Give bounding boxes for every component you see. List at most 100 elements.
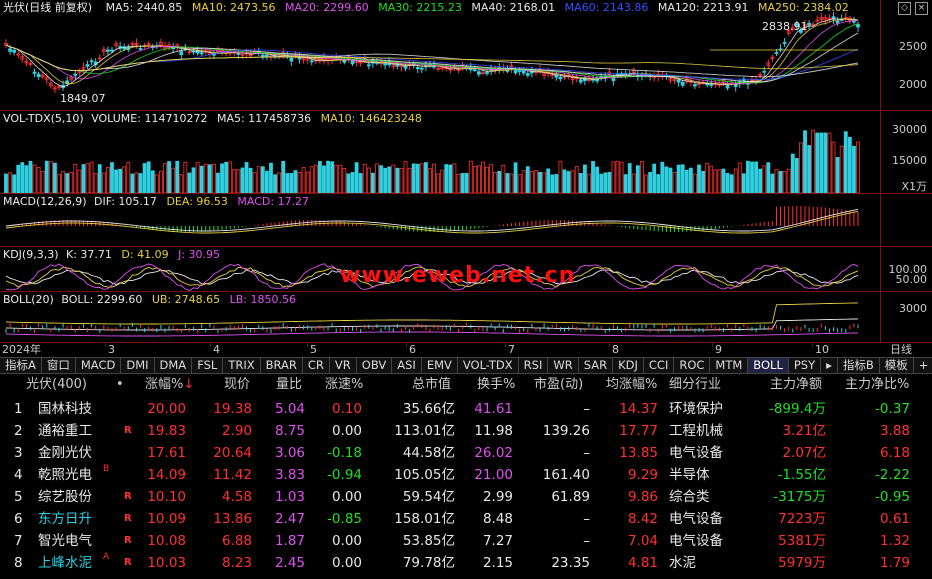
volume-bar [717,169,722,193]
col-turn[interactable]: 换手% [477,374,515,396]
volume-bar [684,169,689,193]
volume-bar [521,170,526,193]
date-tick: 10 [815,343,829,356]
tab-25[interactable]: 模板 [880,358,914,373]
volume-bar [778,170,783,193]
col-flow[interactable]: 主力净额 [770,374,822,396]
volume-bar [97,164,102,193]
cell-cap: 44.58亿 [402,445,455,461]
table-row[interactable]: 3 金刚光伏 17.61 20.64 3.06 -0.18 44.58亿 26.02 – 13.8… [0,442,932,464]
volume-bar [623,174,628,193]
table-row[interactable]: 7 智光电气 R 10.08 6.88 1.87 0.00 53.85亿 7.27 – 7.04 电气… [0,530,932,552]
table-row[interactable]: 4 乾照光电 B 14.09 11.42 3.83 -0.94 105.05亿 21.00 161… [0,464,932,486]
volume-bar [350,172,355,193]
boll-axis: 3000 [880,292,932,342]
volume-bar [134,172,139,193]
volume-bar [53,162,57,193]
tab-23[interactable]: ▸ [821,358,838,373]
tab-0[interactable]: 指标A [0,358,42,373]
tab-16[interactable]: SAR [579,358,614,373]
tab-10[interactable]: OBV [357,358,393,373]
tab-2[interactable]: MACD [76,358,122,373]
col-pe[interactable]: 市盈(动) [534,374,583,396]
tab-6[interactable]: TRIX [223,358,261,373]
col-ind[interactable]: 细分行业 [669,374,721,396]
tab-5[interactable]: FSL [192,358,224,373]
tab-9[interactable]: VR [330,358,357,373]
kline-pane[interactable]: 光伏(日线 前复权) MA5: 2440.85 MA10: 2473.56 MA… [0,0,932,110]
boll-pane[interactable]: BOLL(20) BOLL: 2299.60 UB: 2748.65 LB: 1… [0,292,932,342]
cell-vr: 2.47 [274,511,305,527]
date-tick: 8 [612,343,619,356]
tab-17[interactable]: KDJ [613,358,644,373]
volume-bar [138,173,143,193]
tab-8[interactable]: CR [303,358,330,373]
tab-15[interactable]: WR [548,358,579,373]
period-label[interactable]: 日线 [890,343,912,357]
tab-12[interactable]: EMV [422,358,458,373]
tab-20[interactable]: MTM [710,358,749,373]
col-chg[interactable]: 涨幅%↓ [145,374,194,396]
cell-pe: 139.26 [542,423,590,439]
tab-14[interactable]: RSI [519,358,549,373]
cell-ratio: 1.32 [879,533,910,549]
volume-bar [419,163,424,193]
tab-4[interactable]: DMA [155,358,193,373]
cell-ind: 工程机械 [669,423,723,439]
volume-bar [497,170,502,193]
table-row[interactable]: 5 综艺股份 R 10.10 4.58 1.03 0.00 59.54亿 2.99 61.89 9.… [0,486,932,508]
table-row[interactable]: 8 上峰水泥 A R 10.03 8.23 2.45 0.00 79.78亿 2.15 23.35 4… [0,552,932,574]
col-avg[interactable]: 均涨幅% [606,374,657,396]
ma5-label: MA5: 2440.85 [105,1,183,14]
table-row[interactable]: 6 东方日升 R 10.09 13.86 2.47 -0.85 158.01亿 8.48 – 8.4… [0,508,932,530]
tab-26[interactable]: + [914,358,932,373]
col-vr[interactable]: 量比 [276,374,302,396]
cell-ratio: 6.18 [879,445,910,461]
cell-tag: R [124,557,132,568]
cell-ratio: 1.79 [879,555,910,571]
cell-tag: R [124,425,132,436]
col-name[interactable]: 光伏(400) [26,374,87,396]
candle-body [73,73,78,76]
cell-no: 7 [14,533,23,549]
volume-bar [737,162,742,193]
col-cap[interactable]: 总市值 [412,374,451,396]
volume-bar [110,162,114,193]
tab-11[interactable]: ASI [392,358,422,373]
tab-3[interactable]: DMI [121,358,155,373]
tab-19[interactable]: ROC [674,358,711,373]
volume-bar [660,161,665,193]
macd-pane[interactable]: MACD(12,26,9) DIF: 105.17 DEA: 96.53 MAC… [0,194,932,246]
col-speed[interactable]: 涨速% [325,374,363,396]
cell-ind: 水泥 [669,555,696,571]
volume-bar [558,160,563,193]
volume-bar [232,168,237,193]
volume-bar [432,163,436,193]
candle-body [12,49,17,53]
table-row[interactable]: 1 国林科技 20.00 19.38 5.04 0.10 35.66亿 41.61 – 14.37… [0,398,932,420]
tab-18[interactable]: CCI [644,358,675,373]
tab-7[interactable]: BRAR [261,358,303,373]
tab-22[interactable]: PSY [789,358,822,373]
cell-pe: – [583,445,590,461]
col-price[interactable]: 现价 [224,374,250,396]
volume-bar [652,163,657,193]
tab-21[interactable]: BOLL [748,358,789,373]
cell-speed: 0.10 [331,401,362,417]
volume-bar [293,170,298,193]
tab-1[interactable]: 窗口 [42,358,76,373]
volume-bar [819,132,824,193]
candle-body [85,64,90,67]
volume-bar [790,153,795,193]
candle-body [260,54,265,57]
macd-dif-line [5,208,859,232]
table-row[interactable]: 2 通裕重工 R 19.83 2.90 8.75 0.00 113.01亿 11.98 139.2… [0,420,932,442]
tab-13[interactable]: VOL-TDX [458,358,519,373]
tab-24[interactable]: 指标B [838,358,880,373]
cell-price: 11.42 [213,467,252,483]
date-tick: 2024年 [2,343,41,356]
volume-pane[interactable]: VOL-TDX(5,10) VOLUME: 114710272 MA5: 117… [0,111,932,193]
candle-body [611,77,616,82]
col-ratio[interactable]: 主力净比% [845,374,909,396]
volume-bar [607,171,612,193]
